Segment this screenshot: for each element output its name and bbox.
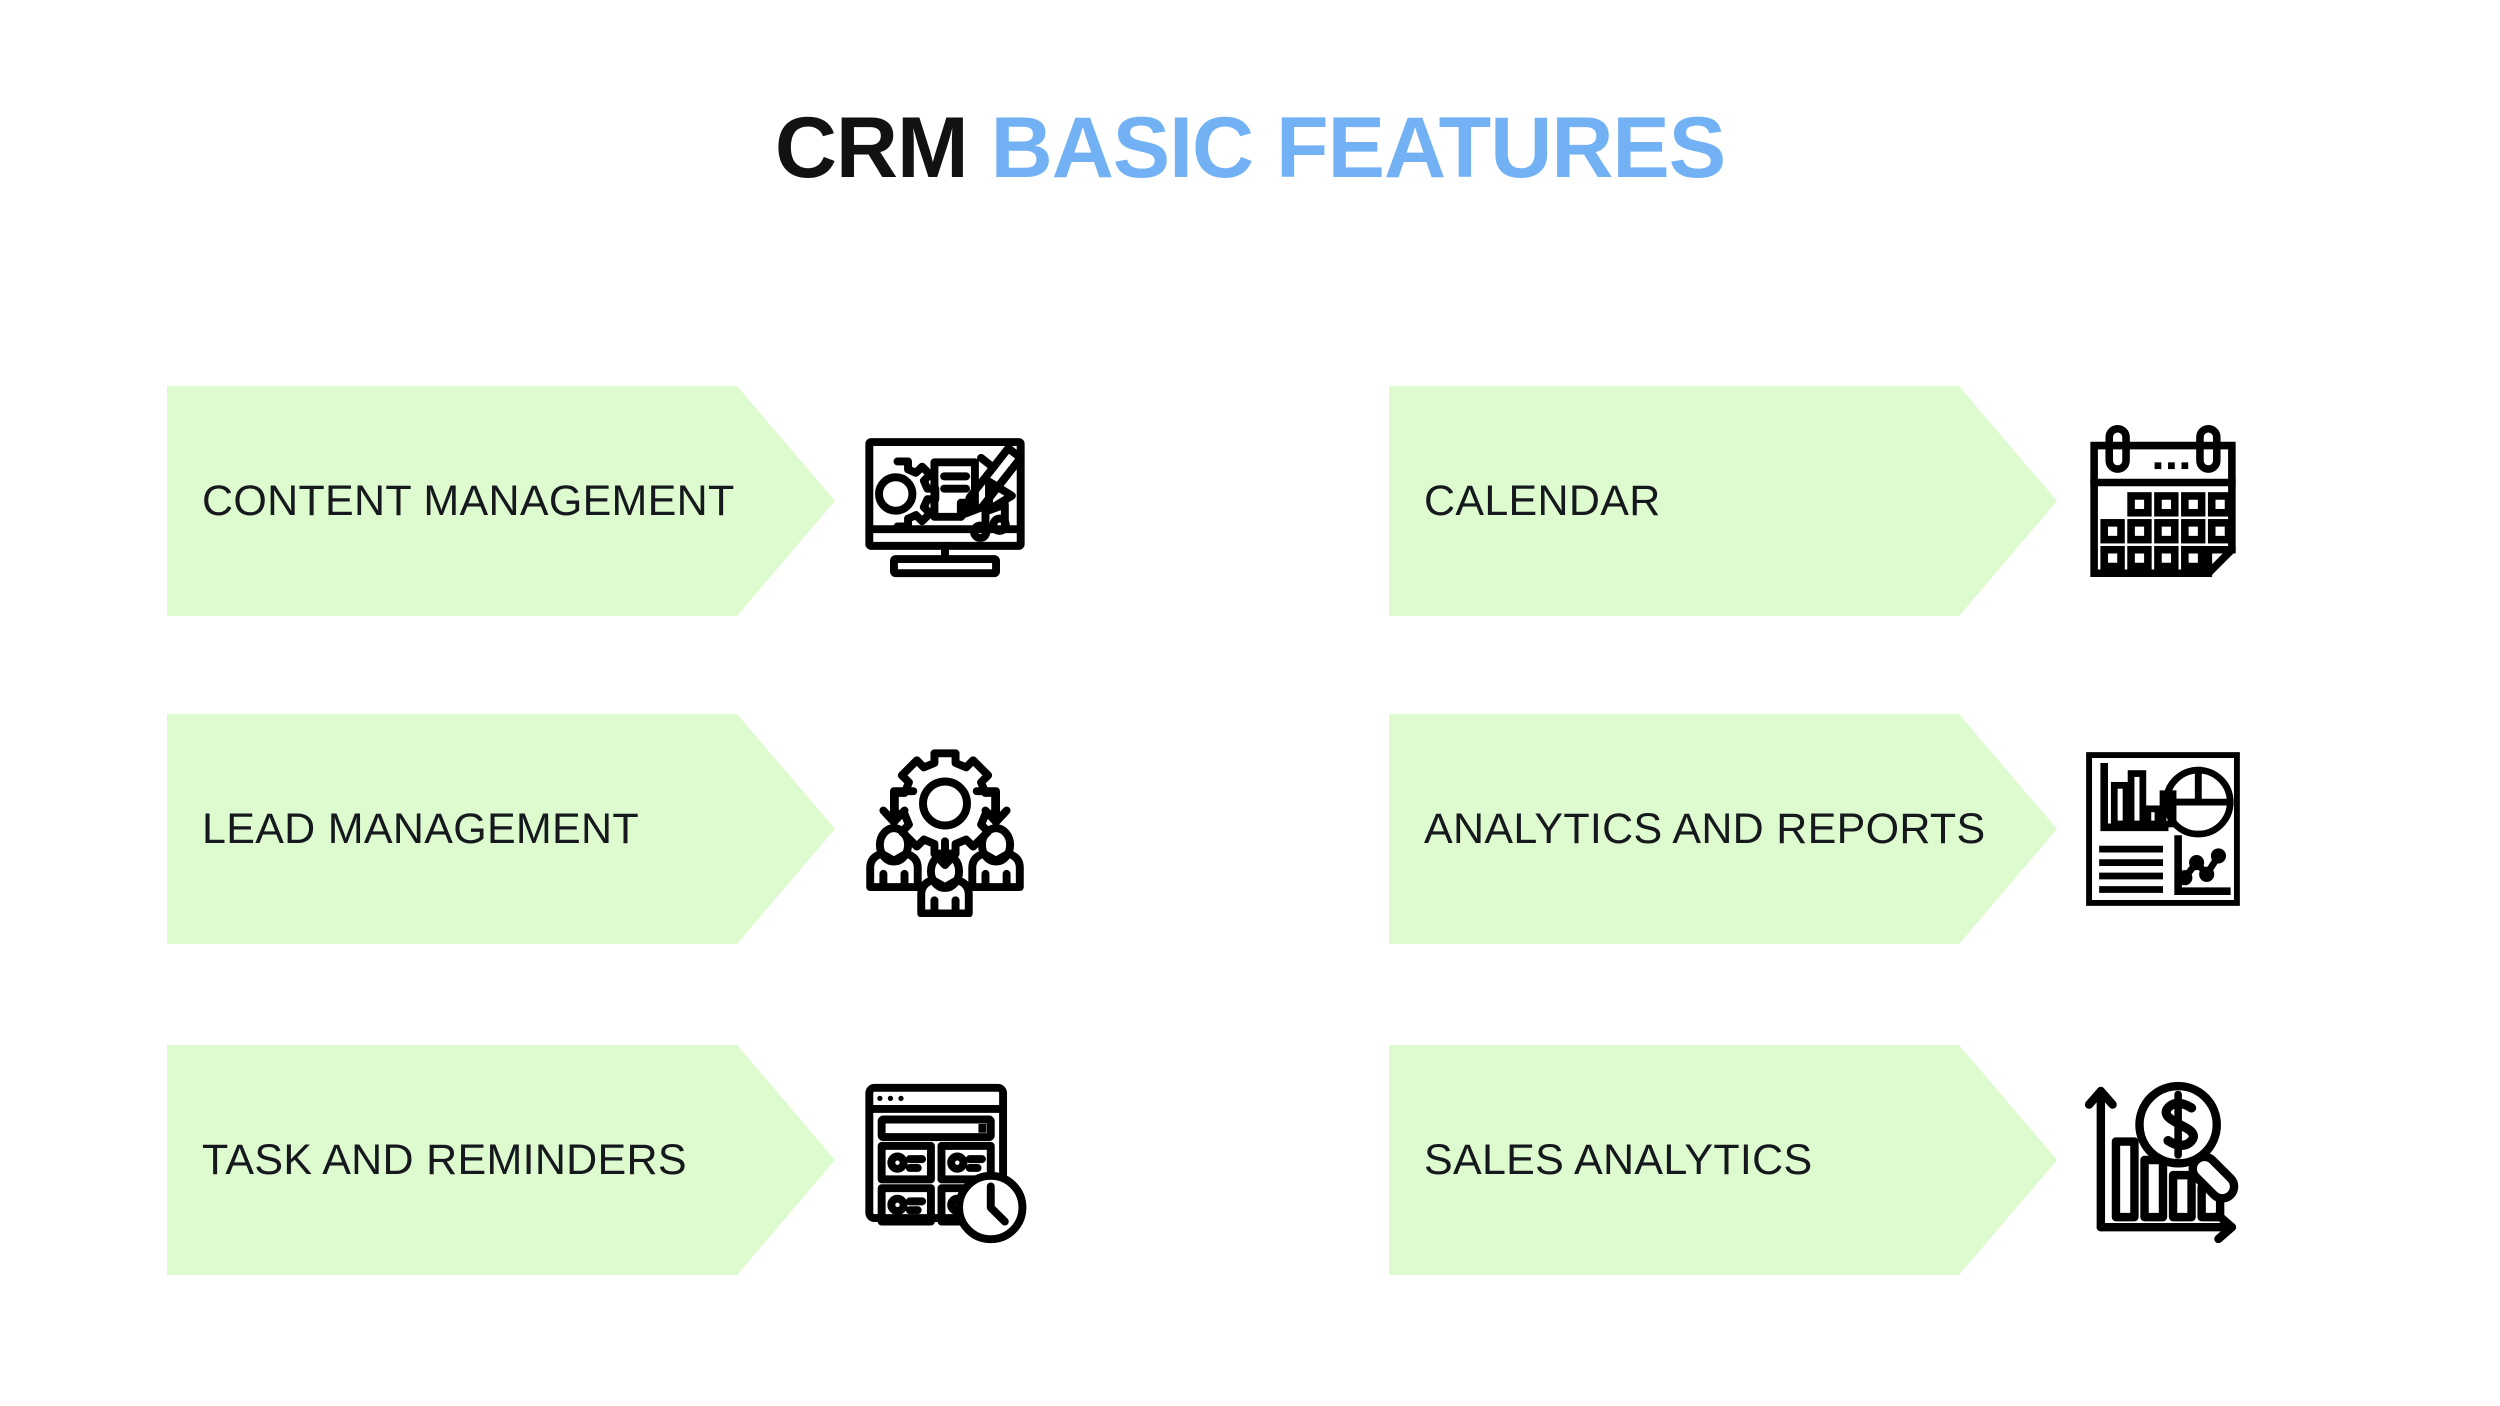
feature-banner[interactable]: LEAD MANAGEMENT bbox=[167, 714, 835, 944]
feature-item-calendar[interactable]: CALENDAR bbox=[1389, 386, 2236, 616]
calendar-icon bbox=[2079, 386, 2309, 616]
page-title: CRM BASIC FEATURES bbox=[0, 105, 2500, 191]
page-title-primary: CRM bbox=[774, 100, 969, 196]
feature-label: LEAD MANAGEMENT bbox=[202, 804, 639, 853]
feature-banner[interactable]: ANALYTICS AND REPORTS bbox=[1389, 714, 2057, 944]
feature-item-content-management[interactable]: CONTENT MANAGEMENT bbox=[167, 386, 1025, 616]
feature-banner[interactable]: CALENDAR bbox=[1389, 386, 2057, 616]
feature-banner[interactable]: TASK AND REMINDERS bbox=[167, 1045, 835, 1275]
content-management-icon bbox=[857, 386, 1087, 616]
feature-label: CONTENT MANAGEMENT bbox=[202, 476, 735, 525]
page-title-secondary: BASIC FEATURES bbox=[990, 100, 1727, 196]
feature-label: SALES ANALYTICS bbox=[1424, 1135, 1813, 1184]
lead-management-icon bbox=[857, 714, 1087, 944]
analytics-reports-icon bbox=[2079, 714, 2309, 944]
feature-label: TASK AND REMINDERS bbox=[202, 1135, 687, 1184]
feature-item-sales-analytics[interactable]: SALES ANALYTICS bbox=[1389, 1045, 2239, 1275]
feature-banner[interactable]: CONTENT MANAGEMENT bbox=[167, 386, 835, 616]
feature-item-lead-management[interactable]: LEAD MANAGEMENT bbox=[167, 714, 1024, 944]
feature-banner[interactable]: SALES ANALYTICS bbox=[1389, 1045, 2057, 1275]
feature-item-task-reminders[interactable]: TASK AND REMINDERS bbox=[167, 1045, 1027, 1275]
feature-label: ANALYTICS AND REPORTS bbox=[1424, 804, 1986, 853]
task-reminders-icon bbox=[857, 1045, 1087, 1275]
sales-analytics-icon bbox=[2079, 1045, 2309, 1275]
feature-label: CALENDAR bbox=[1424, 476, 1661, 525]
feature-item-analytics-reports[interactable]: ANALYTICS AND REPORTS bbox=[1389, 714, 2240, 944]
